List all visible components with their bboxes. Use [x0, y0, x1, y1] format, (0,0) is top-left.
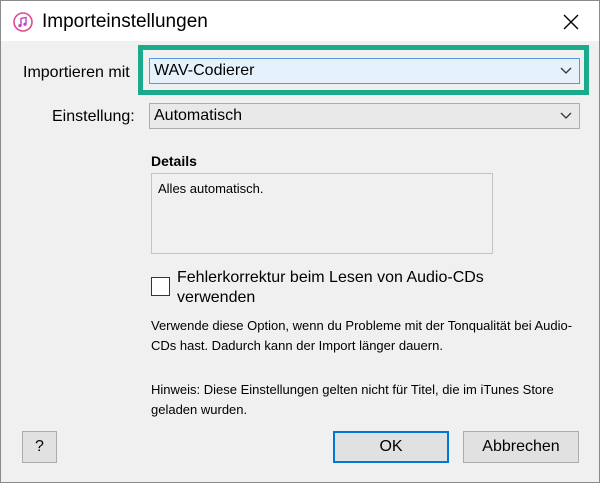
details-text: Alles automatisch. — [158, 181, 264, 196]
chevron-down-icon — [560, 112, 572, 119]
close-icon — [563, 14, 579, 30]
dialog-title: Importeinstellungen — [42, 11, 208, 32]
details-heading: Details — [151, 153, 197, 169]
close-button[interactable] — [553, 6, 589, 38]
setting-label: Einstellung: — [52, 108, 135, 125]
help-button[interactable]: ? — [22, 431, 57, 463]
details-box: Alles automatisch. — [151, 173, 493, 254]
error-correction-checkbox[interactable] — [151, 277, 170, 296]
error-correction-description: Verwende diese Option, wenn du Probleme … — [151, 318, 573, 353]
itunes-music-note-icon — [13, 12, 33, 32]
title-bar: Importeinstellungen — [1, 1, 599, 41]
import-with-label: Importieren mit — [23, 64, 130, 81]
setting-value: Automatisch — [154, 107, 243, 124]
highlight-frame — [138, 45, 589, 95]
hint-text: Hinweis: Diese Einstellungen gelten nich… — [151, 382, 554, 417]
ok-button[interactable]: OK — [333, 431, 449, 463]
import-settings-dialog: Importeinstellungen Importieren mit WAV-… — [0, 0, 600, 483]
error-correction-label[interactable]: Fehlerkorrektur beim Lesen von Audio-CDs… — [177, 268, 557, 308]
cancel-button[interactable]: Abbrechen — [463, 431, 579, 463]
setting-dropdown[interactable]: Automatisch — [149, 103, 580, 129]
